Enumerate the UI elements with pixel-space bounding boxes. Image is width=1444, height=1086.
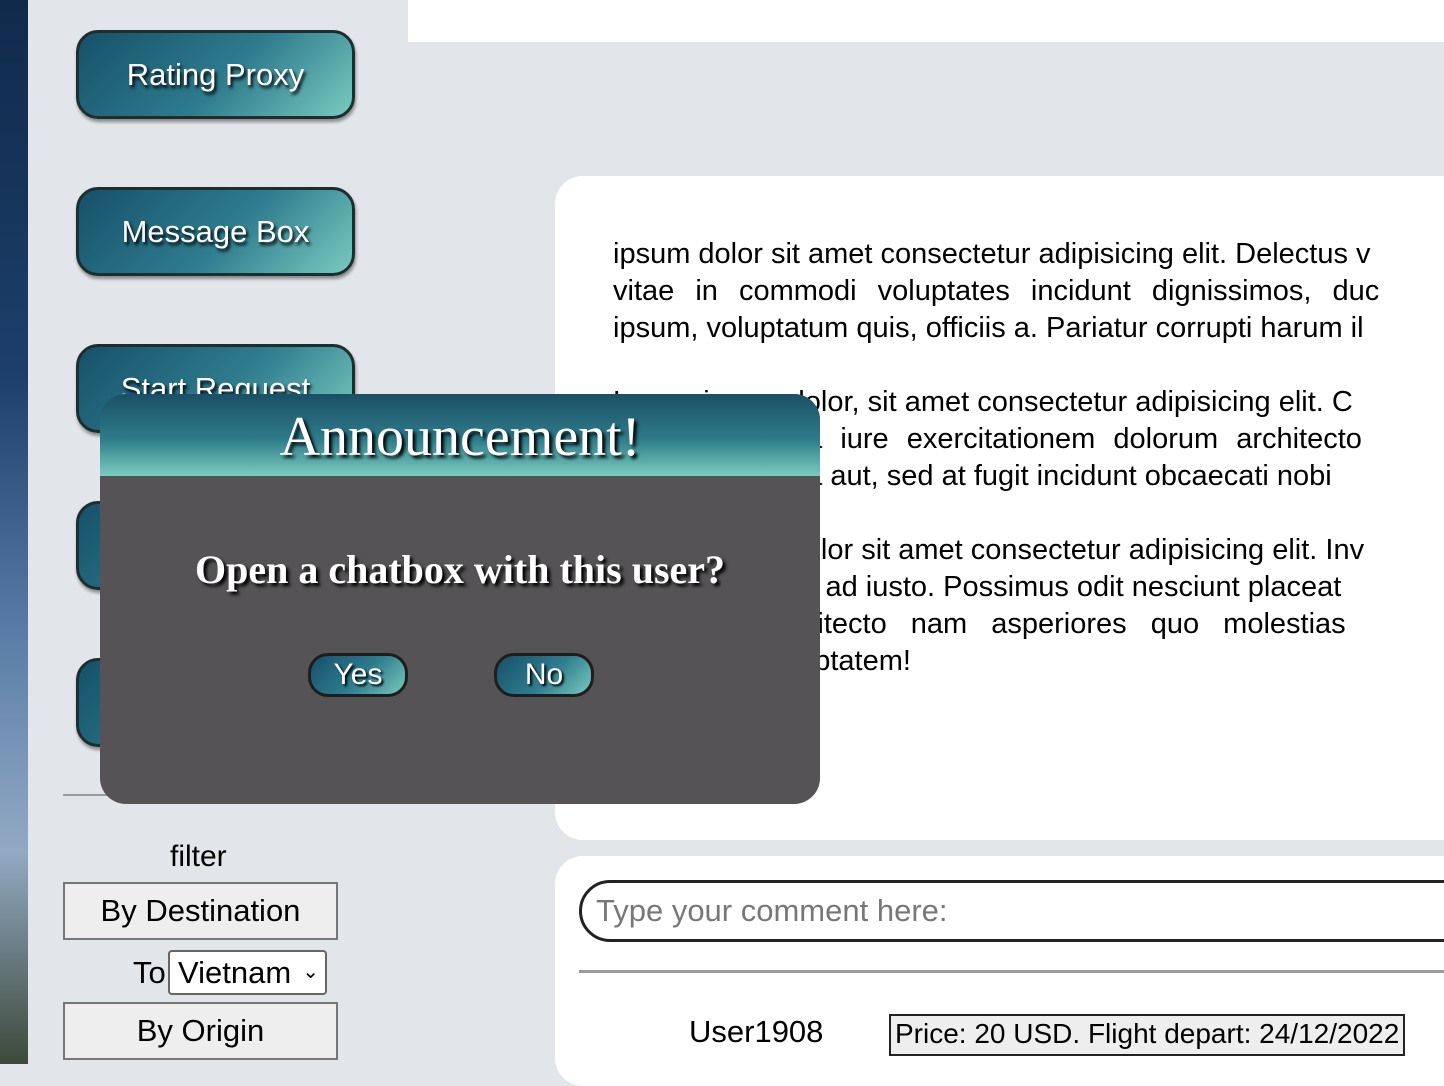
yes-button[interactable]: Yes [308,653,408,697]
paragraph-line: ipsum dolor sit amet consectetur adipisi… [613,238,1371,270]
background-image-strip [0,0,28,1064]
destination-select-value: Vietnam [178,955,292,990]
chevron-down-icon: ⌄ [302,961,319,983]
message-box-button[interactable]: Message Box [76,187,355,276]
article-paragraph-1: ipsum dolor sit amet consectetur adipisi… [613,236,1444,347]
announcement-modal: Announcement! Open a chatbox with this u… [100,394,820,804]
modal-title: Announcement! [279,406,641,468]
filter-label: filter [170,840,227,873]
modal-question: Open a chatbox with this user? [194,547,726,592]
comment-divider [579,970,1444,973]
by-origin-button[interactable]: By Origin [63,1002,338,1060]
paragraph-line: vitae in commodi voluptates incidunt dig… [613,275,1380,307]
comment-input[interactable]: Type your comment here: [579,880,1444,942]
by-destination-button[interactable]: By Destination [63,882,338,940]
paragraph-line: ipsum, voluptatum quis, officiis a. Pari… [613,312,1364,344]
rating-proxy-button[interactable]: Rating Proxy [76,30,355,119]
top-bar [408,0,1444,42]
to-label: To [133,955,166,990]
no-button[interactable]: No [494,653,594,697]
comment-user-name[interactable]: User1908 [689,1014,823,1050]
comment-offer-button[interactable]: Price: 20 USD. Flight depart: 24/12/2022 [889,1014,1406,1056]
modal-header: Announcement! [100,394,820,476]
destination-select[interactable]: Vietnam ⌄ [168,950,327,995]
comment-panel: Type your comment here: User1908 Price: … [555,856,1444,1086]
